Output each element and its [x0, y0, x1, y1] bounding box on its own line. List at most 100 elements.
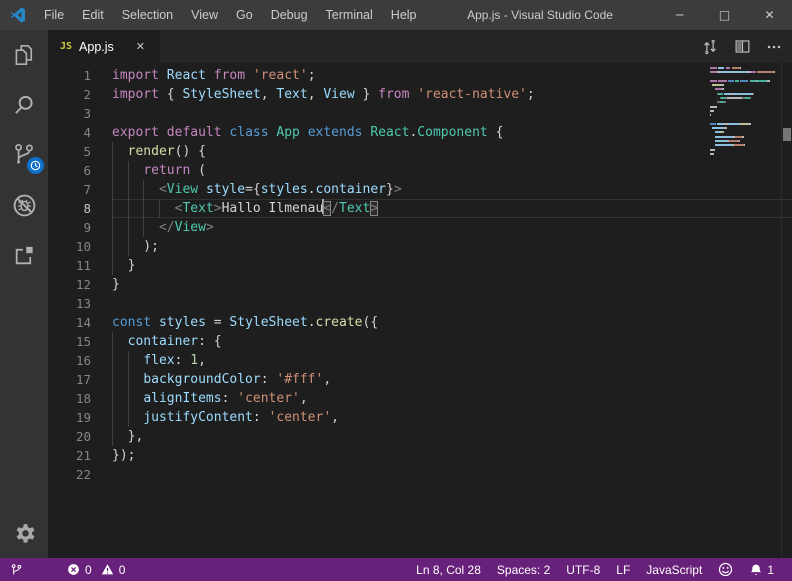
indent-guide: [143, 199, 144, 218]
code-line[interactable]: 19 justifyContent: 'center',: [48, 408, 792, 427]
menu-help[interactable]: Help: [382, 0, 426, 30]
line-number[interactable]: 18: [48, 389, 112, 408]
line-number[interactable]: 8: [48, 199, 112, 218]
line-number[interactable]: 21: [48, 446, 112, 465]
code-token: import: [112, 87, 159, 102]
line-number[interactable]: 1: [48, 66, 112, 85]
code-line[interactable]: 7 <View style={styles.container}>: [48, 180, 792, 199]
eol-button[interactable]: LF: [608, 558, 638, 581]
code-token: [159, 125, 167, 140]
error-icon: [67, 563, 80, 576]
line-number[interactable]: 9: [48, 218, 112, 237]
encoding-button[interactable]: UTF-8: [558, 558, 608, 581]
indentation-button[interactable]: Spaces: 2: [489, 558, 558, 581]
line-number[interactable]: 20: [48, 427, 112, 446]
code-line[interactable]: 4export default class App extends React.…: [48, 123, 792, 142]
menu-go[interactable]: Go: [227, 0, 262, 30]
line-number[interactable]: 3: [48, 104, 112, 123]
line-number[interactable]: 15: [48, 332, 112, 351]
status-bar-right: Ln 8, Col 28 Spaces: 2 UTF-8 LF JavaScri…: [408, 558, 782, 581]
line-number[interactable]: 12: [48, 275, 112, 294]
line-number[interactable]: 2: [48, 85, 112, 104]
code-line[interactable]: 12}: [48, 275, 792, 294]
code-line[interactable]: 17 backgroundColor: '#fff',: [48, 370, 792, 389]
activity-source-control-button[interactable]: [0, 130, 48, 180]
feedback-button[interactable]: [710, 558, 741, 581]
menu-terminal[interactable]: Terminal: [317, 0, 382, 30]
split-editor-button[interactable]: [732, 37, 752, 57]
menu-file[interactable]: File: [35, 0, 73, 30]
code-line[interactable]: 21});: [48, 446, 792, 465]
tab-label: App.js: [79, 40, 114, 54]
indent-guide: [159, 199, 160, 218]
code-editor[interactable]: 1import React from 'react';2import { Sty…: [48, 63, 792, 558]
more-actions-button[interactable]: [764, 37, 784, 57]
code-line[interactable]: 11 }: [48, 256, 792, 275]
code-line[interactable]: 9 </View>: [48, 218, 792, 237]
code-line[interactable]: 1import React from 'react';: [48, 66, 792, 85]
code-token: App: [276, 125, 299, 140]
code-line[interactable]: 3: [48, 104, 792, 123]
line-number[interactable]: 16: [48, 351, 112, 370]
tab-appjs[interactable]: JS App.js ✕: [48, 30, 160, 63]
line-content: </View>: [112, 218, 792, 237]
menu-selection[interactable]: Selection: [113, 0, 182, 30]
menu-view[interactable]: View: [182, 0, 227, 30]
code-token: React: [370, 125, 409, 140]
code-line[interactable]: 13: [48, 294, 792, 313]
maximize-button[interactable]: □: [702, 0, 747, 30]
menu-edit[interactable]: Edit: [73, 0, 113, 30]
notifications-button[interactable]: 1: [741, 558, 782, 581]
line-content: }: [112, 275, 792, 294]
code-line[interactable]: 20 },: [48, 427, 792, 446]
code-line[interactable]: 2import { StyleSheet, Text, View } from …: [48, 85, 792, 104]
code-line[interactable]: 15 container: {: [48, 332, 792, 351]
open-changes-button[interactable]: [700, 37, 720, 57]
activity-explorer-button[interactable]: [0, 30, 48, 80]
minimap[interactable]: [710, 67, 778, 162]
line-content: [112, 294, 792, 313]
git-branch-button[interactable]: [2, 558, 31, 581]
tab-bar: JS App.js ✕: [48, 30, 792, 63]
line-number[interactable]: 14: [48, 313, 112, 332]
indent-guide: [112, 161, 113, 180]
code-line[interactable]: 22: [48, 465, 792, 484]
activity-search-button[interactable]: [0, 80, 48, 130]
line-number[interactable]: 11: [48, 256, 112, 275]
line-number[interactable]: 7: [48, 180, 112, 199]
close-window-button[interactable]: ✕: [747, 0, 792, 30]
line-number[interactable]: 6: [48, 161, 112, 180]
line-number[interactable]: 13: [48, 294, 112, 313]
line-number[interactable]: 17: [48, 370, 112, 389]
line-number[interactable]: 22: [48, 465, 112, 484]
indent-guide: [128, 389, 129, 408]
close-tab-icon[interactable]: ✕: [136, 40, 145, 53]
cursor-position-button[interactable]: Ln 8, Col 28: [408, 558, 489, 581]
code-line[interactable]: 8 <Text>Hallo Ilmenau</Text>: [48, 199, 792, 218]
code-token: flex: [143, 353, 174, 368]
code-token: .: [308, 182, 316, 197]
code-line[interactable]: 10 );: [48, 237, 792, 256]
code-token: /: [331, 201, 339, 216]
menu-debug[interactable]: Debug: [262, 0, 317, 30]
activity-extensions-button[interactable]: [0, 230, 48, 280]
code-line[interactable]: 18 alignItems: 'center',: [48, 389, 792, 408]
line-number[interactable]: 19: [48, 408, 112, 427]
code-line[interactable]: 16 flex: 1,: [48, 351, 792, 370]
line-number[interactable]: 4: [48, 123, 112, 142]
code-line[interactable]: 6 return (: [48, 161, 792, 180]
activity-debug-button[interactable]: [0, 180, 48, 230]
problems-button[interactable]: 0 0: [59, 558, 133, 581]
more-actions-icon: [765, 38, 783, 56]
minimize-button[interactable]: ─: [657, 0, 702, 30]
line-number[interactable]: 5: [48, 142, 112, 161]
code-token: StyleSheet: [182, 87, 260, 102]
code-token: ,: [331, 410, 339, 425]
line-number[interactable]: 10: [48, 237, 112, 256]
code-token: Component: [417, 125, 487, 140]
code-line[interactable]: 5 render() {: [48, 142, 792, 161]
code-token: Text: [276, 87, 307, 102]
code-line[interactable]: 14const styles = StyleSheet.create({: [48, 313, 792, 332]
language-mode-button[interactable]: JavaScript: [638, 558, 710, 581]
activity-settings-button[interactable]: [0, 508, 48, 558]
